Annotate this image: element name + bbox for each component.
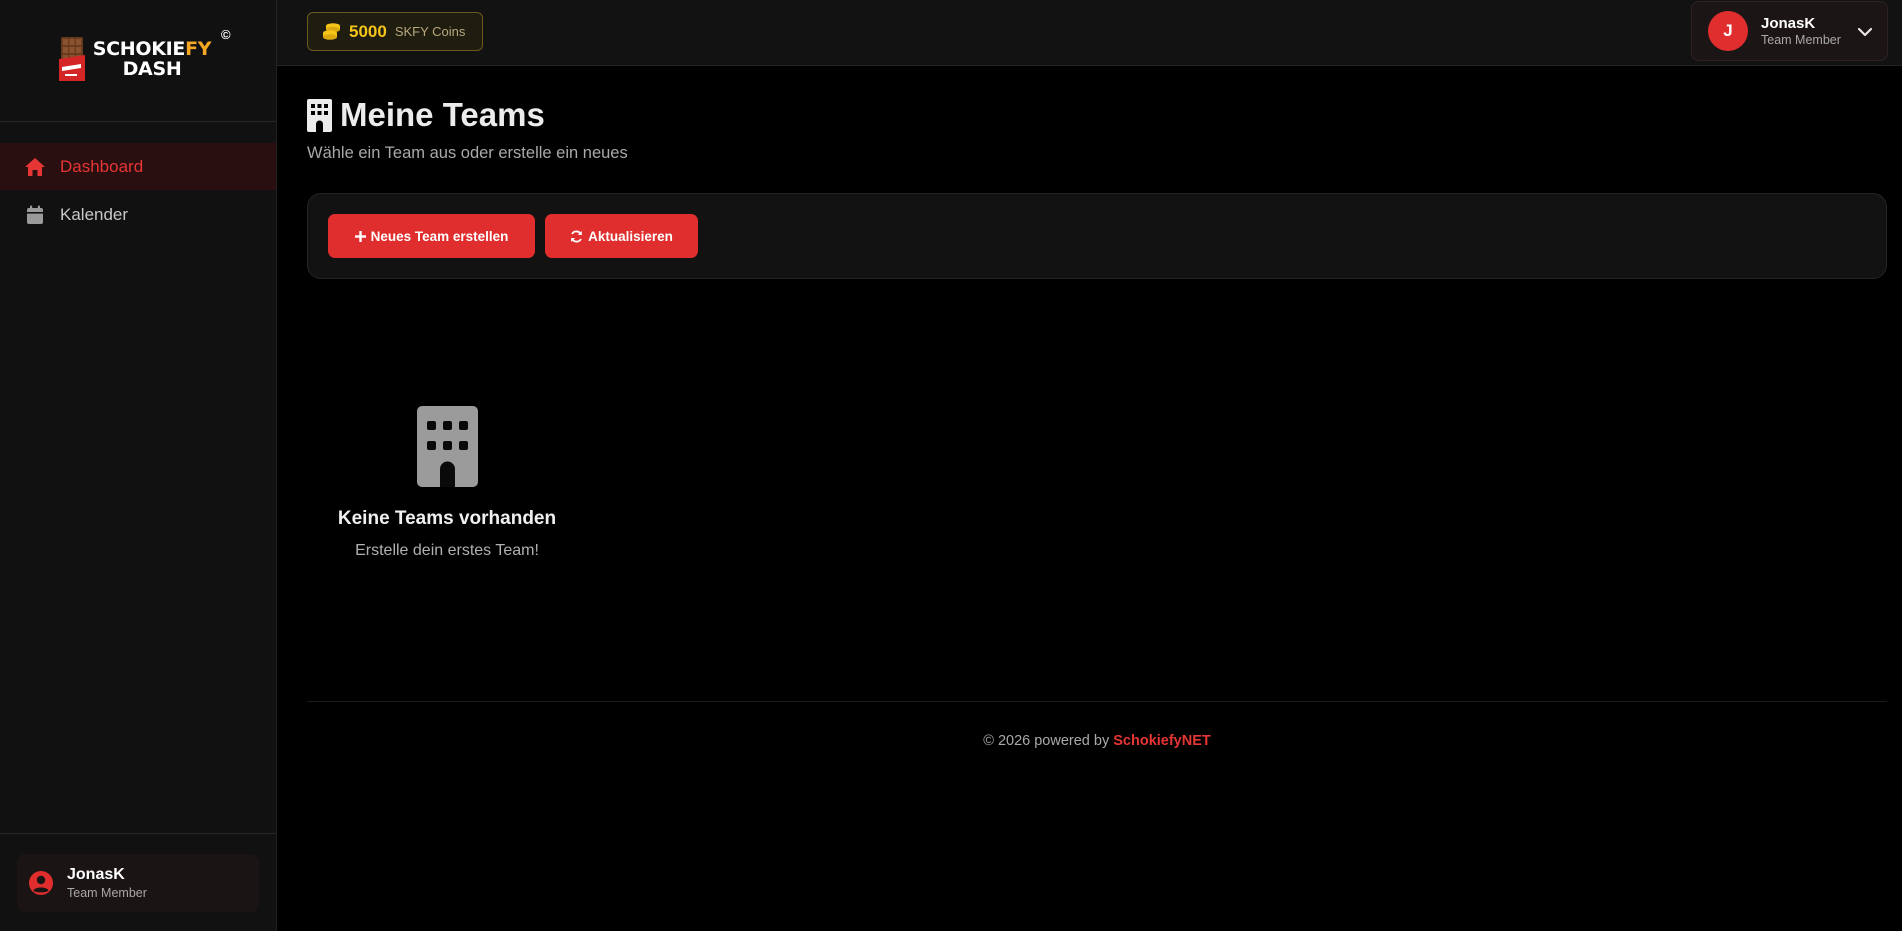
sidebar-item-label: Kalender [60, 204, 129, 224]
user-name: JonasK [1761, 15, 1816, 32]
avatar: J [1708, 11, 1748, 51]
main-content: Meine Teams Wähle ein Team aus oder erst… [277, 66, 1902, 931]
page-subtitle: Wähle ein Team aus oder erstelle ein neu… [307, 144, 628, 162]
chocolate-bar-icon [58, 36, 85, 81]
copyright-mark: © [221, 27, 231, 42]
logo-area: SCHOKIEFY DASH © [0, 0, 276, 122]
coins-label: SKFY Coins [394, 24, 466, 39]
building-icon [416, 406, 478, 487]
coins-value: 5000 [349, 21, 387, 41]
footer: © 2026 powered by SchokiefyNET [307, 733, 1887, 749]
footer-brand-link[interactable]: SchokiefyNET [1113, 733, 1211, 749]
sidebar-user-name: JonasK [67, 866, 125, 883]
logo-text-dash: DASH [122, 57, 182, 80]
sidebar-item-label: Dashboard [60, 156, 144, 176]
footer-text: © 2026 powered by [983, 733, 1114, 749]
sidebar-item-kalender[interactable]: Kalender [0, 191, 276, 238]
sidebar-nav: Dashboard Kalender [0, 122, 276, 238]
plus-icon [354, 230, 366, 242]
empty-state-subtitle: Erstelle dein erstes Team! [355, 542, 539, 559]
refresh-button-label: Aktualisieren [588, 228, 673, 244]
sidebar-user-card[interactable]: JonasK Team Member [17, 854, 259, 912]
action-bar: Neues Team erstellen Aktualisieren [307, 193, 1887, 279]
logo-text-part: SCHOKIE [92, 37, 186, 60]
page-title: Meine Teams [307, 96, 545, 134]
refresh-icon [570, 230, 583, 243]
footer-divider [307, 701, 1887, 702]
empty-state: Keine Teams vorhanden Erstelle dein erst… [307, 406, 587, 560]
home-icon [24, 156, 46, 178]
chevron-down-icon[interactable] [1857, 24, 1873, 40]
logo-text-accent: FY [185, 37, 212, 60]
user-menu[interactable]: J JonasK Team Member [1691, 1, 1888, 61]
refresh-button[interactable]: Aktualisieren [545, 214, 698, 258]
logo[interactable]: SCHOKIEFY DASH [58, 36, 212, 81]
logo-text: SCHOKIEFY DASH [93, 39, 212, 79]
sidebar-item-dashboard[interactable]: Dashboard [0, 143, 276, 190]
page-title-text: Meine Teams [340, 96, 545, 133]
new-team-button-label: Neues Team erstellen [370, 228, 509, 244]
new-team-button[interactable]: Neues Team erstellen [328, 214, 535, 258]
user-role: Team Member [1761, 33, 1841, 47]
building-icon [307, 98, 332, 132]
user-circle-icon [29, 871, 53, 895]
sidebar: SCHOKIEFY DASH © Dashboard Kalender Jona… [0, 0, 277, 931]
sidebar-footer: JonasK Team Member [0, 833, 276, 931]
coins-icon [323, 23, 340, 40]
coins-badge[interactable]: 5000 SKFY Coins [307, 12, 483, 51]
topbar: 5000 SKFY Coins J JonasK Team Member [277, 0, 1902, 66]
sidebar-user-role: Team Member [67, 886, 147, 900]
calendar-icon [24, 204, 46, 226]
empty-state-title: Keine Teams vorhanden [337, 508, 557, 529]
